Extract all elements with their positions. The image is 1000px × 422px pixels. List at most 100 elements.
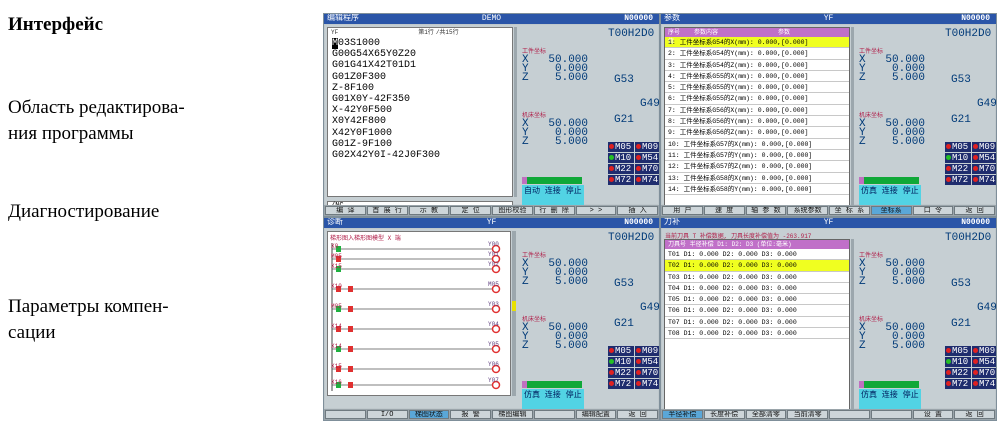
tool-row[interactable]: T07 D1: 0.000 D2: 0.000 D3: 0.000 bbox=[665, 317, 849, 329]
param-row[interactable]: 13: 工件坐标系G58的X(mm): 0.000,[0.000] bbox=[665, 173, 849, 184]
softkey-6[interactable] bbox=[533, 410, 575, 419]
param-row[interactable]: 6: 工件坐标系G55的Z(mm): 0.000,[0.000] bbox=[665, 93, 849, 105]
status-dot-icon bbox=[636, 359, 641, 365]
program-line[interactable]: G01Z0F300 bbox=[328, 72, 512, 83]
tool-row[interactable]: T06 D1: 0.000 D2: 0.000 D3: 0.000 bbox=[665, 305, 849, 317]
label-diagnostics: Диагностирование bbox=[8, 201, 160, 222]
softkey-1[interactable]: 编 译 bbox=[325, 206, 366, 215]
softkey-6[interactable]: 行 删 除 bbox=[533, 206, 575, 215]
program-line[interactable]: X0Y42F800 bbox=[328, 116, 512, 127]
program-line[interactable]: G01X0Y-42F350 bbox=[328, 94, 512, 105]
mach-axis-2-value: 5.000 bbox=[891, 136, 925, 148]
label-comp-line2: сации bbox=[8, 322, 56, 343]
tool-row[interactable]: T01 D1: 0.000 D2: 0.000 D3: 0.000 bbox=[665, 249, 849, 261]
load-indicator bbox=[522, 381, 527, 388]
program-line[interactable]: G01Z-9F100 bbox=[328, 139, 512, 150]
softkey-6[interactable]: 坐标系 bbox=[870, 206, 912, 215]
status-dot-icon bbox=[946, 348, 951, 354]
param-row[interactable]: 12: 工件坐标系G57的Z(mm): 0.000,[0.000] bbox=[665, 161, 849, 173]
softkey-8[interactable]: 返 回 bbox=[954, 206, 995, 215]
program-name: YF bbox=[823, 218, 834, 227]
softkey-bar: 半径补偿 长度补偿 全部清零 当前清零 设 置返 回 bbox=[661, 409, 996, 420]
axis-2-label: Z bbox=[859, 72, 866, 84]
param-row[interactable]: 14: 工件坐标系G58的Y(mm): 0.000,[0.000] bbox=[665, 184, 849, 196]
param-row[interactable]: 11: 工件坐标系G57的Y(mm): 0.000,[0.000] bbox=[665, 150, 849, 162]
tool-row[interactable]: T03 D1: 0.000 D2: 0.000 D3: 0.000 bbox=[665, 272, 849, 283]
program-line[interactable]: X42Y0F1000 bbox=[328, 128, 512, 139]
program-editor[interactable]: YF 第1行/共15行 M03S1000 G00G54X65Y0Z20 G01G41X4… bbox=[327, 27, 513, 197]
m-code-text: M70 bbox=[979, 368, 996, 378]
ladder-scrollbar[interactable] bbox=[512, 231, 516, 396]
m-code-cell: M54 bbox=[972, 357, 996, 367]
tool-row[interactable]: T08 D1: 0.000 D2: 0.000 D3: 0.000 bbox=[665, 328, 849, 340]
softkey-8[interactable]: 返 回 bbox=[617, 410, 658, 419]
softkey-5[interactable]: 坐 标 系 bbox=[829, 206, 870, 215]
param-scrollbar[interactable] bbox=[851, 27, 854, 207]
softkey-4[interactable]: 定 位 bbox=[450, 206, 491, 215]
softkey-1[interactable] bbox=[325, 410, 366, 419]
softkey-2[interactable]: 首 展 行 bbox=[366, 206, 408, 215]
ladder-diagram[interactable]: 梯形图入梯形图模型 X 端 X0 M05 X15 X10 M05 X14 X14 X15 X16 Y… bbox=[327, 231, 511, 396]
softkey-7[interactable]: 口 令 bbox=[912, 206, 954, 215]
param-row[interactable]: 10: 工件坐标系G57的X(mm): 0.000,[0.000] bbox=[665, 139, 849, 150]
softkey-3[interactable]: 梯图状态 bbox=[408, 410, 450, 419]
softkey-4[interactable]: 系统参数 bbox=[787, 206, 828, 215]
tool-row[interactable]: T05 D1: 0.000 D2: 0.000 D3: 0.000 bbox=[665, 294, 849, 306]
param-row[interactable]: 4: 工件坐标系G55的X(mm): 0.000,[0.000] bbox=[665, 71, 849, 83]
editor-scrollbar[interactable] bbox=[514, 27, 517, 197]
softkey-5[interactable]: 梯图编辑 bbox=[492, 410, 533, 419]
contact-tag: M05 bbox=[331, 303, 342, 310]
program-line[interactable]: X-42Y0F500 bbox=[328, 105, 512, 116]
block-number: N00000 bbox=[961, 14, 990, 23]
mach-axis-2-label: Z bbox=[522, 340, 529, 352]
param-row[interactable]: 2: 工件坐标系G54的Y(mm): 0.000,[0.000] bbox=[665, 48, 849, 60]
softkey-7[interactable]: > > bbox=[575, 206, 617, 215]
tool-row[interactable]: T02 D1: 0.000 D2: 0.000 D3: 0.000 bbox=[665, 260, 849, 272]
m-code-text: M70 bbox=[642, 164, 659, 174]
program-line[interactable]: M03S1000 bbox=[328, 38, 512, 49]
status-dot-icon bbox=[973, 144, 978, 150]
g21-code: G21 bbox=[951, 318, 971, 330]
softkey-5[interactable]: 图形校验 bbox=[492, 206, 533, 215]
param-row[interactable]: 3: 工件坐标系G54的Z(mm): 0.000,[0.000] bbox=[665, 60, 849, 71]
title-bar: 参数 YF N00000 bbox=[661, 14, 996, 24]
param-row[interactable]: 1: 工件坐标系G54的X(mm): 0.000,[0.000] bbox=[665, 37, 849, 49]
m-code-cell: M74 bbox=[635, 175, 659, 185]
label-edit-line1: Область редактирова- bbox=[8, 97, 185, 118]
parameter-table[interactable]: 序号参数内容参数值1: 工件坐标系G54的X(mm): 0.000,[0.000… bbox=[664, 27, 850, 207]
tool-row[interactable]: T04 D1: 0.000 D2: 0.000 D3: 0.000 bbox=[665, 283, 849, 295]
param-row[interactable]: 5: 工件坐标系G55的Y(mm): 0.000,[0.000] bbox=[665, 82, 849, 94]
program-line[interactable]: Z-8F100 bbox=[328, 83, 512, 94]
softkey-3[interactable]: 轴 参 数 bbox=[745, 206, 787, 215]
tool-offset-table[interactable]: 刀具号 半径补偿 D1: D2: D3 (单位:毫米) T01 D1: 0.000… bbox=[664, 239, 850, 411]
softkey-8[interactable]: 插 入 bbox=[617, 206, 658, 215]
m-code-text: M70 bbox=[642, 368, 659, 378]
softkey-8[interactable]: 返 回 bbox=[954, 410, 995, 419]
editor-total: /共15行 bbox=[435, 29, 459, 36]
program-line[interactable]: G02X42Y0I-42J0F300 bbox=[328, 150, 512, 161]
softkey-5[interactable] bbox=[829, 410, 870, 419]
param-header-cell: 参数内容 bbox=[694, 29, 719, 36]
softkey-2[interactable]: 长度补偿 bbox=[703, 410, 745, 419]
softkey-2[interactable]: I/O bbox=[366, 410, 408, 419]
scroll-thumb[interactable] bbox=[512, 301, 516, 311]
m-code-cell: M74 bbox=[972, 379, 996, 389]
param-row[interactable]: 8: 工件坐标系G56的Y(mm): 0.000,[0.000] bbox=[665, 116, 849, 128]
param-row[interactable]: 7: 工件坐标系G56的X(mm): 0.000,[0.000] bbox=[665, 105, 849, 117]
softkey-3[interactable]: 全部清零 bbox=[745, 410, 787, 419]
softkey-2[interactable]: 速 度 bbox=[703, 206, 745, 215]
program-line[interactable]: G00G54X65Y0Z20 bbox=[328, 49, 512, 60]
axis-2-value: 5.000 bbox=[554, 72, 588, 84]
softkey-7[interactable]: 编辑配置 bbox=[575, 410, 617, 419]
softkey-1[interactable]: 用 户 bbox=[662, 206, 703, 215]
softkey-1[interactable]: 半径补偿 bbox=[662, 410, 703, 419]
softkey-6[interactable] bbox=[870, 410, 912, 419]
softkey-3[interactable]: 示 教 bbox=[408, 206, 450, 215]
tool-scrollbar[interactable] bbox=[851, 239, 854, 411]
title-bar: 诊断 YF N00000 bbox=[324, 218, 659, 228]
program-line[interactable]: G01G41X42T01D1 bbox=[328, 60, 512, 71]
param-row[interactable]: 9: 工件坐标系G56的Z(mm): 0.000,[0.000] bbox=[665, 127, 849, 139]
softkey-4[interactable]: 当前清零 bbox=[787, 410, 828, 419]
softkey-4[interactable]: 报 警 bbox=[450, 410, 491, 419]
softkey-7[interactable]: 设 置 bbox=[912, 410, 954, 419]
